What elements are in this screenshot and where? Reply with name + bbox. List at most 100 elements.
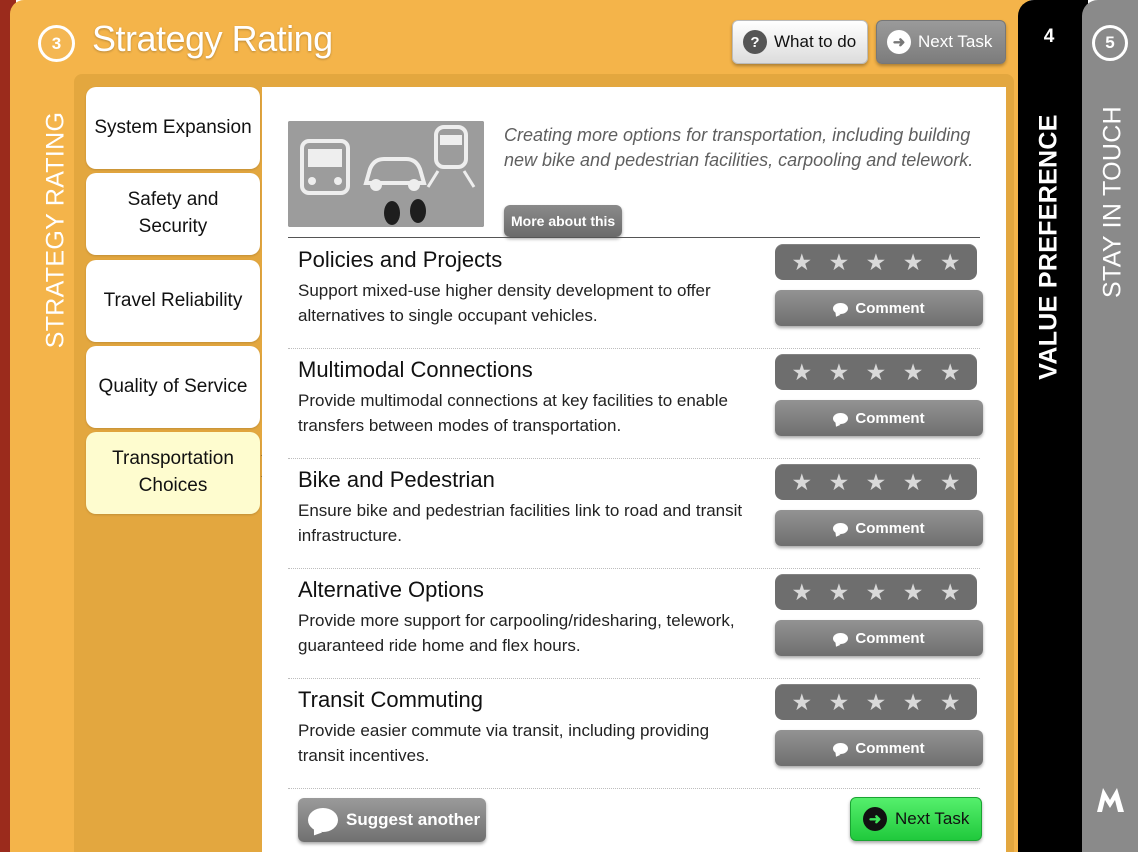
speech-bubble-icon <box>833 302 849 314</box>
comment-button[interactable]: Comment <box>775 400 983 436</box>
transportation-options-image <box>288 121 484 227</box>
star-icon[interactable]: ★ <box>829 470 850 494</box>
item-title: Multimodal Connections <box>298 357 533 382</box>
star-icon[interactable]: ★ <box>940 470 961 494</box>
comment-button[interactable]: Comment <box>775 620 983 656</box>
next-task-label: Next Task <box>918 32 993 51</box>
star-icon[interactable]: ★ <box>829 360 850 384</box>
strategy-item-alternative-options: Alternative Options Provide more support… <box>288 569 983 679</box>
question-icon: ? <box>743 30 767 54</box>
speech-bubble-icon <box>833 742 849 754</box>
star-rating[interactable]: ★ ★ ★ ★ ★ <box>775 244 977 280</box>
suggest-another-label: Suggest another <box>346 810 481 829</box>
step-number-badge: 3 <box>38 25 75 62</box>
item-description: Provide multimodal connections at key fa… <box>298 391 728 435</box>
item-separator <box>288 788 980 789</box>
more-about-this-button[interactable]: More about this <box>504 205 623 237</box>
strategy-content-card: Creating more options for transportation… <box>262 87 1006 852</box>
header: 3 Strategy Rating ? What to do ➜ Next Ta… <box>10 0 1030 78</box>
item-description: Provide easier commute via transit, incl… <box>298 721 710 765</box>
star-rating[interactable]: ★ ★ ★ ★ ★ <box>775 354 977 390</box>
item-title: Transit Commuting <box>298 687 484 712</box>
star-icon[interactable]: ★ <box>903 470 924 494</box>
suggest-another-button[interactable]: Suggest another <box>298 798 486 842</box>
star-icon[interactable]: ★ <box>903 580 924 604</box>
star-icon[interactable]: ★ <box>940 580 961 604</box>
speech-bubble-icon <box>833 632 849 644</box>
star-rating[interactable]: ★ ★ ★ ★ ★ <box>775 684 977 720</box>
item-description: Provide more support for carpooling/ride… <box>298 611 735 655</box>
item-title: Alternative Options <box>298 577 484 602</box>
star-rating[interactable]: ★ ★ ★ ★ ★ <box>775 574 977 610</box>
side-label-text: STRATEGY RATING <box>41 111 70 349</box>
star-icon[interactable]: ★ <box>829 250 850 274</box>
star-rating[interactable]: ★ ★ ★ ★ ★ <box>775 464 977 500</box>
star-icon[interactable]: ★ <box>829 580 850 604</box>
next-task-button-bottom[interactable]: ➜ Next Task <box>850 797 982 841</box>
strategy-description: Creating more options for transportation… <box>504 125 974 171</box>
category-tab-system-expansion[interactable]: System Expansion <box>86 87 260 169</box>
value-preference-tab[interactable]: 4 VALUE PREFERENCE <box>1018 0 1088 852</box>
what-to-do-label: What to do <box>774 32 857 51</box>
category-tab-label: Safety and Security <box>127 189 219 237</box>
category-tab-transportation-choices[interactable]: Transportation Choices <box>86 432 260 514</box>
stay-in-touch-tab[interactable]: 5 STAY IN TOUCH <box>1082 0 1138 852</box>
stay-in-touch-label: STAY IN TOUCH <box>1098 106 1127 298</box>
star-icon[interactable]: ★ <box>903 690 924 714</box>
divider <box>288 237 980 238</box>
comment-button[interactable]: Comment <box>775 510 983 546</box>
speech-bubble-icon <box>833 522 849 534</box>
strategy-item-multimodal-connections: Multimodal Connections Provide multimoda… <box>288 349 983 459</box>
star-icon[interactable]: ★ <box>866 690 887 714</box>
comment-label: Comment <box>855 629 925 647</box>
comment-label: Comment <box>855 409 925 427</box>
star-icon[interactable]: ★ <box>940 360 961 384</box>
star-icon[interactable]: ★ <box>866 250 887 274</box>
star-icon[interactable]: ★ <box>866 360 887 384</box>
category-tab-safety-security[interactable]: Safety and Security <box>86 173 260 255</box>
item-title: Bike and Pedestrian <box>298 467 495 492</box>
arrow-right-icon: ➜ <box>863 807 887 831</box>
star-icon[interactable]: ★ <box>791 690 812 714</box>
star-icon[interactable]: ★ <box>866 470 887 494</box>
category-tab-travel-reliability[interactable]: Travel Reliability <box>86 260 260 342</box>
next-task-button-top[interactable]: ➜ Next Task <box>876 20 1006 64</box>
star-icon[interactable]: ★ <box>866 580 887 604</box>
arrow-right-icon: ➜ <box>887 30 911 54</box>
category-tab-quality-of-service[interactable]: Quality of Service <box>86 346 260 428</box>
strategy-item-policies-projects: Policies and Projects Support mixed-use … <box>288 239 983 349</box>
item-title: Policies and Projects <box>298 247 503 272</box>
item-description: Support mixed-use higher density develop… <box>298 281 711 325</box>
m-logo-icon <box>1097 788 1124 812</box>
page-title: Strategy Rating <box>92 18 333 59</box>
star-icon[interactable]: ★ <box>940 250 961 274</box>
star-icon[interactable]: ★ <box>903 360 924 384</box>
item-description: Ensure bike and pedestrian facilities li… <box>298 501 743 545</box>
strategy-rating-side-label: STRATEGY RATING <box>32 80 80 380</box>
speech-bubble-icon <box>833 412 849 424</box>
app-root: 3 Strategy Rating ? What to do ➜ Next Ta… <box>0 0 1138 852</box>
comment-button[interactable]: Comment <box>775 290 983 326</box>
star-icon[interactable]: ★ <box>791 470 812 494</box>
category-tab-label: System Expansion <box>94 116 252 138</box>
star-icon[interactable]: ★ <box>791 360 812 384</box>
comment-label: Comment <box>855 739 925 757</box>
star-icon[interactable]: ★ <box>791 250 812 274</box>
star-icon[interactable]: ★ <box>940 690 961 714</box>
speech-bubble-icon <box>308 808 338 832</box>
category-tab-label: Quality of Service <box>98 375 248 397</box>
strategy-item-transit-commuting: Transit Commuting Provide easier commute… <box>288 679 983 789</box>
star-icon[interactable]: ★ <box>791 580 812 604</box>
step-number: 4 <box>1043 26 1055 47</box>
category-tab-label: Transportation Choices <box>112 448 234 496</box>
next-task-label: Next Task <box>895 809 970 828</box>
what-to-do-button[interactable]: ? What to do <box>732 20 868 64</box>
comment-label: Comment <box>855 299 925 317</box>
comment-label: Comment <box>855 519 925 537</box>
star-icon[interactable]: ★ <box>829 690 850 714</box>
strategy-item-bike-pedestrian: Bike and Pedestrian Ensure bike and pede… <box>288 459 983 569</box>
value-preference-label: VALUE PREFERENCE <box>1034 114 1063 380</box>
comment-button[interactable]: Comment <box>775 730 983 766</box>
bus-car-train-icon <box>288 121 484 227</box>
star-icon[interactable]: ★ <box>903 250 924 274</box>
